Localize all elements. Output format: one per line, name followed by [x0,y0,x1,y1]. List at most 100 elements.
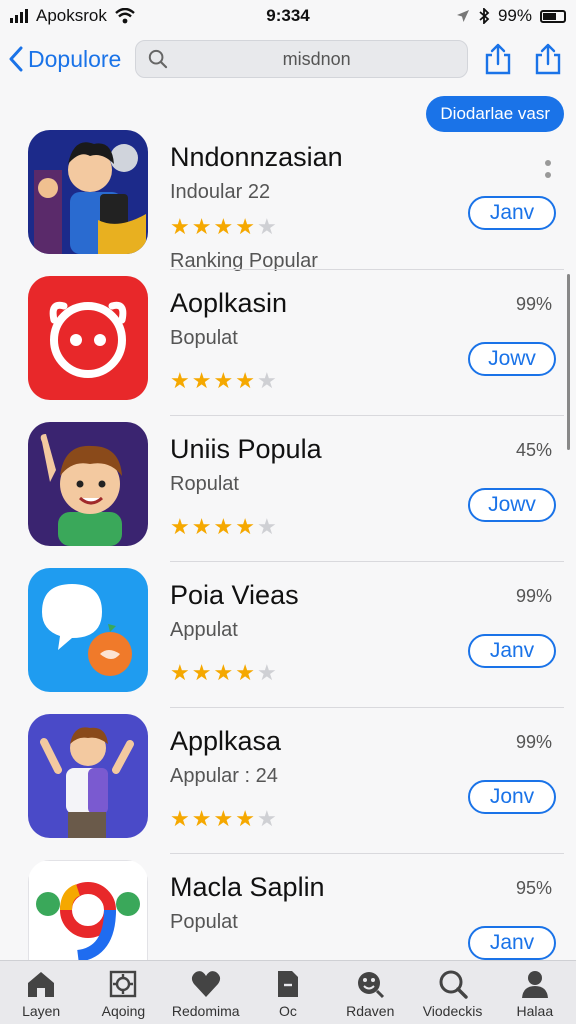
app-list: Nndonnzasian Indoular 22 ★ ★ ★ ★ ★ Ranking P… [0,126,576,1002]
carrier-label: Apoksrok [36,6,107,25]
app-name: Uniis Popula [170,434,322,464]
navigation-bar: Dopulore [0,36,576,82]
percent-label: 99% [515,732,552,752]
app-name: Poia Vieas [170,580,299,610]
rating-stars: ★ ★ ★ ★ ★ [170,216,450,238]
list-item[interactable]: Nndonnzasian Indoular 22 ★ ★ ★ ★ ★ Ranking P… [0,126,576,272]
list-item[interactable]: Aoplkasin Bopulat ★ ★ ★ ★ ★ 99% Jowv [0,272,576,418]
search-input[interactable] [178,48,455,70]
star-icon: ★ [256,514,277,539]
jumping-kid-icon [28,714,148,838]
divider [170,269,564,270]
get-button[interactable]: Jowv [468,488,556,522]
divider [170,415,564,416]
get-button[interactable]: Jowv [468,342,556,376]
tab-rdaven[interactable]: Rdaven [329,961,411,1024]
star-icon: ★ [170,368,190,393]
list-item[interactable]: Poia Vieas Appulat ★ ★ ★ ★ ★ 99% Janv [0,564,576,710]
status-bar: Apoksrok 9:334 99% [0,0,576,32]
heart-icon [191,971,220,997]
app-name: Nndonnzasian [170,142,343,172]
red-pig-face-icon [28,276,148,400]
tab-label: Redomima [171,1003,240,1019]
app-subtitle: Bopulat [170,327,238,349]
star-icon: ★ [170,214,190,239]
star-icon: ★ [235,368,255,393]
magnifier-icon [439,970,468,999]
star-icon: ★ [256,214,277,239]
document-icon [277,971,298,997]
export-button[interactable] [528,39,568,79]
get-button[interactable]: Jonv [468,780,556,814]
tab-halaa[interactable]: Halaa [494,961,576,1024]
more-options-icon[interactable] [544,160,552,178]
back-label: Dopulore [28,45,122,72]
star-icon: ★ [256,660,277,685]
percent-label: 99% [515,586,552,606]
rating-stars: ★ ★ ★ ★ ★ [170,662,450,684]
star-icon: ★ [191,806,212,831]
rating-stars: ★ ★ ★ ★ ★ [170,516,450,538]
list-item[interactable]: Applkasa Appular : 24 ★ ★ ★ ★ ★ 99% Jonv [0,710,576,856]
star-icon: ★ [170,514,190,539]
percent-label: 95% [515,878,552,898]
tab-oc[interactable]: Oc [247,961,329,1024]
app-name: Macla Saplin [170,872,325,902]
tab-viodeckis[interactable]: Viodeckis [411,961,493,1024]
percent-label: 45% [515,440,552,460]
star-icon: ★ [191,660,212,685]
get-button[interactable]: Janv [468,926,556,960]
star-icon: ★ [235,806,255,831]
tab-label: Viodeckis [422,1003,483,1019]
back-button[interactable]: Dopulore [8,46,121,73]
home-icon [28,972,55,997]
app-name: Applkasa [170,726,282,756]
star-icon: ★ [235,214,255,239]
band-characters-icon [28,130,148,254]
tab-label: Aqoing [101,1003,146,1019]
bluetooth-icon [479,8,490,24]
tab-layen[interactable]: Layen [0,961,82,1024]
app-subtitle: Indoular 22 [170,181,271,203]
app-name: Aoplkasin [170,288,288,318]
star-icon: ★ [213,660,234,685]
battery-percent: 99% [497,6,532,25]
star-icon: ★ [235,514,255,539]
chevron-left-icon [9,46,23,72]
percent-label: 99% [515,294,552,314]
star-icon: ★ [213,214,234,239]
gear-frame-icon [110,970,137,998]
star-icon: ★ [170,660,190,685]
tab-bar: Layen Aqoing Redomima Oc Rdaven Viodecki… [0,960,576,1024]
get-button[interactable]: Janv [468,196,556,230]
location-arrow-icon [456,10,469,22]
get-button[interactable]: Janv [468,634,556,668]
tab-label: Rdaven [346,1003,395,1019]
star-icon: ★ [256,368,277,393]
battery-icon [540,9,566,23]
tab-aqoing[interactable]: Aqoing [82,961,164,1024]
app-subtitle: Appulat [170,619,238,641]
tab-label: Oc [279,1003,297,1019]
rating-stars: ★ ★ ★ ★ ★ [170,808,450,830]
scrollbar[interactable] [567,274,570,450]
divider [170,561,564,562]
search-bar[interactable] [135,40,468,78]
wifi-icon [115,8,135,24]
star-icon: ★ [213,806,234,831]
tab-label: Halaa [516,1003,554,1019]
list-item[interactable]: Uniis Popula Ropulat ★ ★ ★ ★ ★ 45% Jowv [0,418,576,564]
share-button[interactable] [478,39,518,79]
star-icon: ★ [191,214,212,239]
star-icon: ★ [256,806,277,831]
tab-redomima[interactable]: Redomima [165,961,247,1024]
star-icon: ★ [170,806,190,831]
divider [170,853,564,854]
divider [170,707,564,708]
person-icon [521,971,548,998]
star-icon: ★ [191,514,212,539]
star-icon: ★ [191,368,212,393]
app-subtitle: Appular : 24 [170,765,278,787]
chat-bubble-fruit-icon [28,568,148,692]
star-icon: ★ [213,514,234,539]
